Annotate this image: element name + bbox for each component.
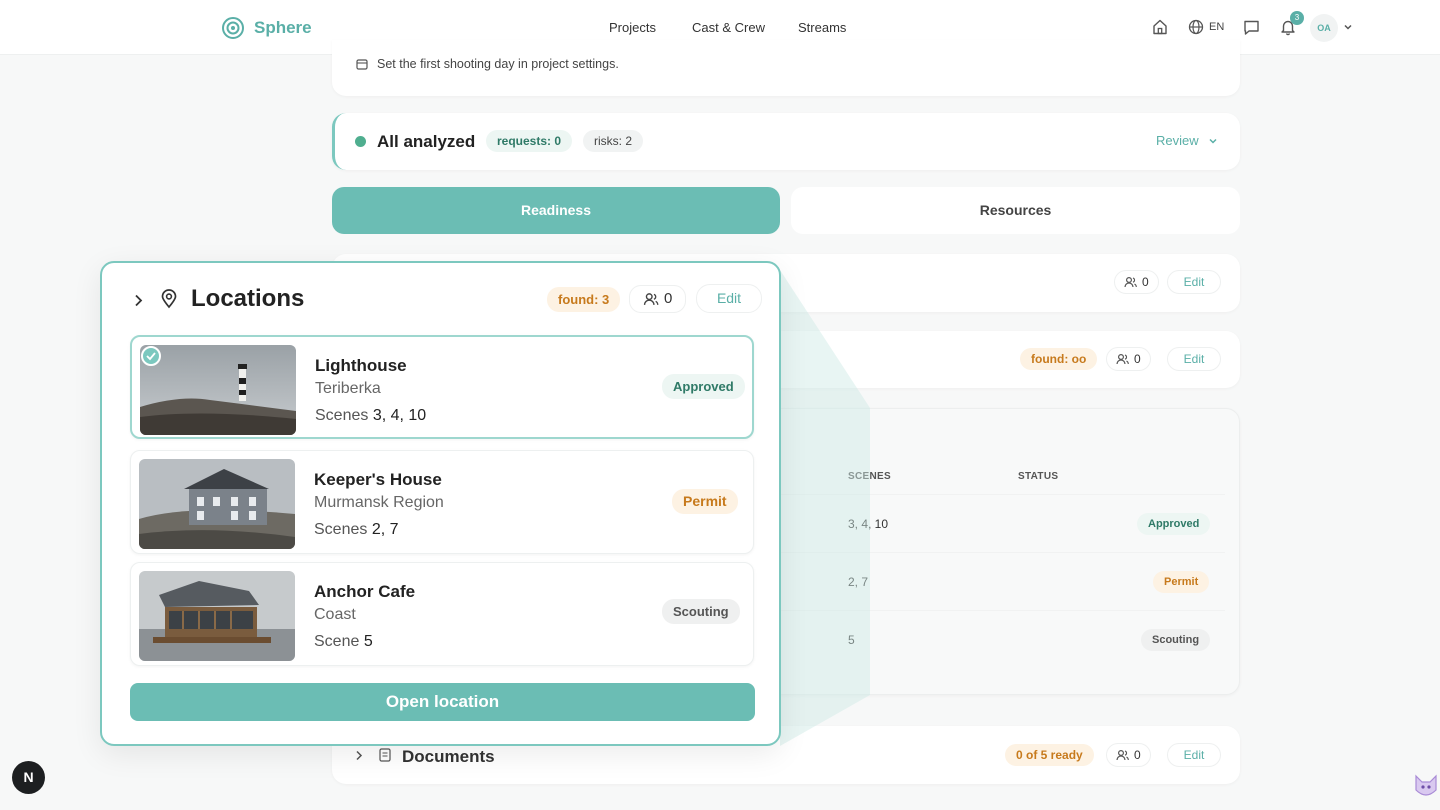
location-scenes: Scenes 2, 7 [314, 521, 399, 539]
edit-button[interactable]: Edit [1167, 347, 1221, 371]
table-cell-scenes: 3, 4, 10 [848, 517, 889, 531]
found-badge: found: 3 [547, 287, 621, 312]
table-header-status: STATUS [1018, 471, 1059, 482]
document-icon [379, 748, 391, 762]
risks-badge: risks: 2 [583, 130, 644, 152]
people-counter[interactable]: 0 [629, 285, 687, 313]
people-icon [643, 293, 659, 305]
location-card-anchor-cafe[interactable]: Anchor Cafe Coast Scene 5 Scouting [130, 562, 754, 666]
people-icon [1124, 276, 1137, 288]
table-cell-scenes: 2, 7 [848, 575, 869, 589]
location-scenes: Scene 5 [314, 633, 373, 651]
ready-badge: 0 of 5 ready [1005, 744, 1094, 766]
notification-count-badge: 3 [1290, 11, 1304, 25]
location-photo [139, 571, 295, 661]
chat-icon[interactable] [1243, 19, 1260, 36]
requests-badge: requests: 0 [486, 130, 573, 152]
hint-card: Set the first shooting day in project se… [332, 40, 1240, 96]
location-name: Keeper's House [314, 470, 442, 489]
nav-streams[interactable]: Streams [798, 20, 846, 35]
open-location-button[interactable]: Open location [130, 683, 755, 721]
location-region: Coast [314, 606, 356, 623]
location-name: Anchor Cafe [314, 582, 416, 601]
status-badge: Approved [1137, 513, 1211, 535]
edit-button[interactable]: Edit [1167, 743, 1221, 767]
status-badge: Permit [672, 489, 738, 514]
analysis-title: All analyzed [377, 132, 476, 151]
language-code: EN [1209, 21, 1225, 33]
edit-button[interactable]: Edit [1167, 270, 1221, 294]
location-scenes: Scenes 3, 4, 10 [315, 407, 426, 425]
nav-projects[interactable]: Projects [609, 20, 656, 35]
popup-title: Locations [191, 285, 305, 312]
globe-icon [1188, 19, 1204, 35]
chevron-right-icon[interactable] [134, 294, 143, 307]
status-badge: Approved [662, 374, 745, 399]
status-badge: Permit [1153, 571, 1210, 593]
people-count: 0 [1134, 352, 1141, 366]
scenes-label: Scene [314, 633, 360, 650]
table-cell-scenes: 5 [848, 633, 855, 647]
scenes-label: Scenes [315, 407, 369, 424]
scenes-label: Scenes [314, 521, 368, 538]
location-card-keepers-house[interactable]: Keeper's House Murmansk Region Scenes 2,… [130, 450, 754, 554]
nav-cast-crew[interactable]: Cast & Crew [692, 20, 765, 35]
people-count: 0 [664, 290, 673, 307]
chevron-right-icon[interactable] [355, 750, 363, 761]
chevron-down-icon[interactable] [1343, 22, 1353, 32]
people-count: 0 [1134, 748, 1141, 762]
edit-button[interactable]: Edit [696, 284, 762, 313]
location-region: Teriberka [315, 380, 381, 397]
people-icon [1116, 353, 1129, 365]
scenes-value: 3, 4, 10 [372, 407, 427, 424]
location-photo [140, 345, 296, 435]
analysis-card: All analyzed requests: 0 risks: 2 Review [332, 113, 1240, 170]
scenes-value: 2, 7 [371, 521, 399, 538]
people-icon [1116, 749, 1129, 761]
found-badge: found: oo [1020, 348, 1098, 370]
hint-text: Set the first shooting day in project se… [377, 57, 619, 71]
location-region: Murmansk Region [314, 494, 444, 511]
people-counter[interactable]: 0 [1114, 270, 1159, 294]
status-dot [355, 136, 366, 147]
user-avatar[interactable]: OA [1310, 14, 1338, 42]
status-badge: Scouting [662, 599, 740, 624]
home-icon[interactable] [1152, 18, 1168, 36]
calendar-icon [356, 59, 368, 70]
app-name: Sphere [254, 18, 312, 37]
sphere-logo-icon [222, 17, 244, 39]
language-switcher[interactable]: EN [1188, 19, 1224, 35]
table-header-scenes: SCENES [848, 471, 891, 482]
tab-readiness[interactable]: Readiness [332, 187, 780, 234]
location-name: Lighthouse [315, 356, 407, 375]
people-count: 0 [1142, 275, 1149, 289]
review-label: Review [1156, 133, 1199, 148]
people-counter[interactable]: 0 [1106, 743, 1151, 767]
status-badge: Scouting [1141, 629, 1211, 651]
selected-check-icon [141, 346, 161, 366]
people-counter[interactable]: 0 [1106, 347, 1151, 371]
assistant-icon[interactable] [1412, 768, 1440, 802]
review-button[interactable]: Review [1156, 133, 1218, 148]
corner-app-badge[interactable]: N [12, 761, 45, 794]
location-pin-icon [161, 289, 177, 309]
locations-popup: Locations found: 3 0 Edit Lighthouse Ter… [100, 261, 781, 746]
tab-resources[interactable]: Resources [791, 187, 1240, 234]
location-card-lighthouse[interactable]: Lighthouse Teriberka Scenes 3, 4, 10 App… [130, 335, 754, 439]
scenes-value: 5 [363, 633, 373, 650]
app-logo[interactable]: Sphere [221, 16, 312, 40]
documents-title: Documents [402, 747, 495, 766]
chevron-down-icon [1209, 138, 1217, 144]
location-photo [139, 459, 295, 549]
